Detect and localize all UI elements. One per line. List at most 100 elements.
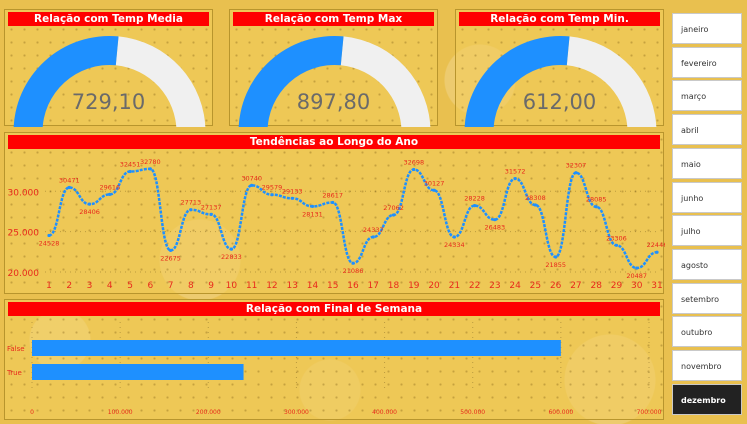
month-option-dezembro[interactable]: dezembro	[672, 383, 742, 415]
data-label: 21086	[343, 267, 364, 275]
x-tick-label: 9	[208, 281, 214, 291]
x-tick-label: 8	[188, 281, 194, 291]
data-point[interactable]	[270, 193, 274, 197]
x-tick-label: 500.000	[460, 409, 485, 416]
data-point[interactable]	[452, 235, 456, 239]
x-tick-label: 2	[66, 281, 72, 291]
data-label: 21855	[545, 261, 566, 269]
data-point[interactable]	[148, 167, 152, 171]
data-point[interactable]	[432, 188, 436, 192]
data-point[interactable]	[513, 177, 517, 181]
x-tick-label: 7	[168, 281, 174, 291]
data-point[interactable]	[371, 235, 375, 239]
x-tick-label: 25	[530, 281, 541, 291]
x-tick-label: 1	[46, 281, 52, 291]
data-point[interactable]	[635, 266, 639, 270]
month-option-maio[interactable]: maio	[672, 147, 742, 179]
data-point[interactable]	[169, 248, 173, 252]
data-label: 28131	[302, 210, 323, 218]
data-label: 29616	[99, 183, 120, 191]
data-label: 32698	[403, 159, 424, 167]
data-point[interactable]	[331, 200, 335, 205]
data-point[interactable]	[574, 171, 578, 175]
data-label: 24337	[363, 226, 384, 234]
x-tick-label: 600.000	[548, 409, 573, 416]
data-point[interactable]	[128, 169, 132, 174]
data-label: 29133	[282, 187, 303, 195]
x-tick-label: 0	[30, 409, 34, 416]
x-tick-label: 4	[107, 281, 113, 291]
x-tick-label: 11	[246, 281, 257, 291]
month-option-agosto[interactable]: agosto	[672, 248, 742, 280]
data-point[interactable]	[554, 255, 558, 259]
data-point[interactable]	[391, 213, 396, 217]
month-option-abril[interactable]: abril	[672, 114, 742, 146]
data-point[interactable]	[229, 247, 233, 251]
month-option-novembro[interactable]: novembro	[672, 350, 742, 381]
line-chart: 20.00025.00030.0002452813047122840632961…	[8, 158, 666, 291]
x-tick-label: 24	[509, 281, 521, 291]
data-label: 20487	[626, 272, 647, 280]
data-label: 26483	[485, 224, 506, 232]
data-label: 32780	[140, 158, 161, 166]
data-point[interactable]	[67, 185, 71, 190]
x-tick-label: 26	[550, 281, 562, 291]
y-tick-label: 30.000	[8, 188, 40, 198]
x-tick-label: 30	[631, 281, 643, 291]
dashboard-canvas: Relação com Temp Media 729,10 Relação co…	[0, 0, 747, 424]
gauge-value: 729,10	[71, 90, 146, 114]
data-label: 27062	[383, 204, 404, 212]
data-point[interactable]	[310, 204, 315, 208]
x-tick-label: 700.000	[637, 409, 662, 416]
data-point[interactable]	[47, 233, 51, 238]
data-label: 29579	[262, 184, 283, 192]
data-point[interactable]	[250, 183, 254, 187]
x-tick-label: 6	[147, 281, 153, 291]
month-option-janeiro[interactable]: janeiro	[672, 13, 742, 44]
data-point[interactable]	[412, 167, 416, 172]
data-point[interactable]	[655, 250, 659, 254]
data-point[interactable]	[87, 202, 92, 206]
data-point[interactable]	[594, 205, 598, 209]
x-tick-label: 17	[368, 281, 379, 291]
month-option-junho[interactable]: junho	[672, 181, 742, 213]
data-point[interactable]	[473, 203, 477, 208]
line-chart-panel: Tendências ao Longo do Ano 20.000 25.000 3…	[4, 132, 666, 294]
x-tick-label: 21	[449, 281, 460, 291]
data-label: 22675	[160, 254, 181, 262]
data-point[interactable]	[493, 218, 497, 222]
data-label: 30471	[59, 177, 80, 185]
data-point[interactable]	[189, 208, 193, 212]
gauge-panel-media: Relação com Temp Media 729,10	[4, 9, 213, 127]
x-tick-label: 18	[388, 281, 400, 291]
data-label: 30740	[241, 174, 262, 182]
gauge-panel-min: Relação com Temp Min. 612,00	[455, 9, 664, 127]
month-option-outubro[interactable]: outubro	[672, 316, 742, 348]
data-label: 24528	[39, 239, 60, 247]
gauge-value: 897,80	[296, 90, 371, 114]
bar[interactable]	[32, 364, 244, 380]
x-tick-label: 200.000	[196, 409, 221, 416]
month-option-março[interactable]: março	[672, 80, 742, 112]
data-point[interactable]	[290, 196, 294, 200]
month-option-setembro[interactable]: setembro	[672, 282, 742, 314]
data-label: 22833	[221, 253, 242, 261]
bar-chart: 0 100.000 200.000 300.000 400.000 500.000 600.…	[6, 322, 662, 416]
data-point[interactable]	[108, 192, 112, 196]
bar[interactable]	[32, 340, 561, 356]
data-point[interactable]	[351, 261, 355, 265]
data-point[interactable]	[614, 243, 619, 247]
x-tick-label: 29	[611, 281, 623, 291]
x-tick-label: 300.000	[284, 409, 309, 416]
x-tick-label: 400.000	[372, 409, 397, 416]
data-label: 28308	[525, 194, 546, 202]
x-tick-label: 22	[469, 281, 480, 291]
data-point[interactable]	[533, 203, 538, 207]
data-point[interactable]	[209, 212, 213, 216]
data-label: 28617	[322, 191, 343, 199]
month-option-fevereiro[interactable]: fevereiro	[672, 46, 742, 78]
bar-chart-panel: Relação com Final de Semana 0 100.000 200.…	[4, 299, 664, 420]
month-slicer: janeiro fevereiro março abril maio junho julho…	[668, 9, 745, 420]
month-option-julho[interactable]: julho	[672, 215, 742, 247]
data-label: 28228	[464, 195, 485, 203]
